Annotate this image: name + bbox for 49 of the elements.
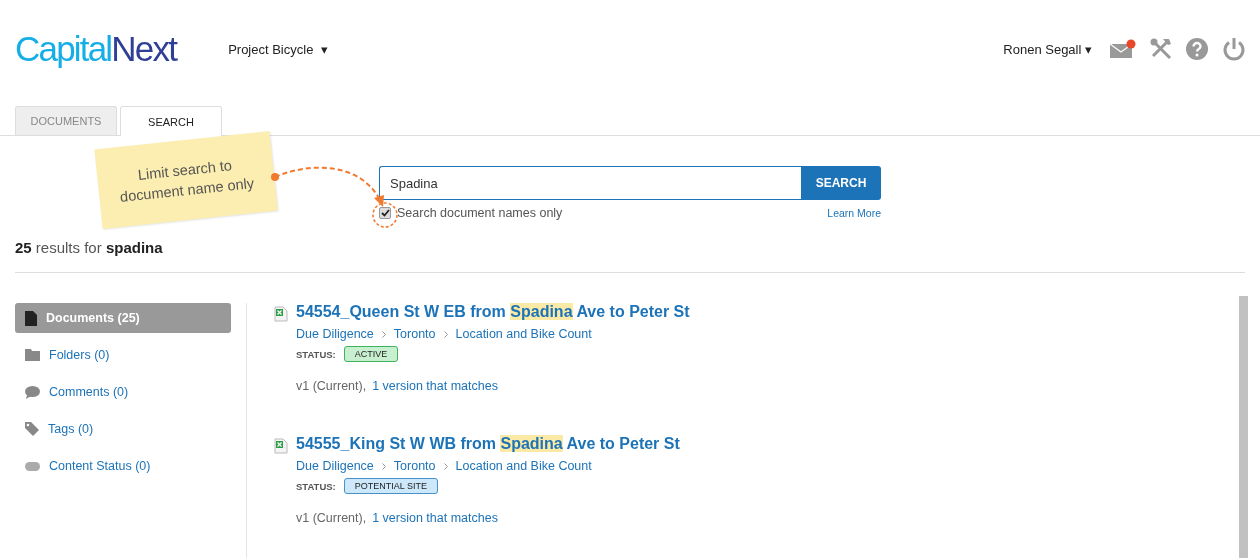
logo: CapitalNext [15,29,177,69]
chevron-icon [381,330,386,338]
document-icon [25,310,37,326]
tab[interactable]: DOCUMENTS [15,106,117,135]
breadcrumb-link[interactable]: Toronto [393,459,436,473]
document-title-link[interactable]: 54555_King St W WB from Spadina Ave to Peter St [296,435,680,453]
callout-note: Limit search to document name only [94,131,278,229]
results-summary: 25 results for spadina [14,238,164,258]
chevron-icon [443,330,448,338]
facet-item[interactable]: Folders (0) [15,340,231,370]
version-text: v1 (Current), [296,511,367,525]
learn-more-link[interactable]: Learn More [827,207,881,219]
spreadsheet-icon [274,306,288,322]
scrollbar[interactable] [1239,296,1248,558]
chevron-icon [381,462,386,470]
status-tag: POTENTIAL SITE [343,478,438,494]
power-icon[interactable] [1222,37,1246,61]
chevron-icon [443,462,448,470]
status-tag: ACTIVE [343,346,399,362]
comment-icon [25,385,40,399]
status-icon [25,461,40,471]
breadcrumb-link[interactable]: Location and Bike Count [455,327,592,341]
checkbox[interactable] [379,207,391,219]
search-button[interactable]: SEARCH [801,166,881,200]
facet-item[interactable]: Tags (0) [15,414,231,444]
status-label: STATUS: [296,348,336,360]
breadcrumb-link[interactable]: Due Diligence [296,327,374,341]
facet-item[interactable]: Comments (0) [15,377,231,407]
breadcrumb-link[interactable]: Location and Bike Count [455,459,592,473]
status-label: STATUS: [296,480,336,492]
mail-icon[interactable] [1110,39,1136,59]
facet-item[interactable]: Content Status (0) [15,451,231,481]
spreadsheet-icon [274,438,288,454]
checkbox-label: Search document names only [397,206,563,220]
folder-icon [25,349,40,361]
search-field[interactable]: Spadina [379,166,801,200]
version-matches-link[interactable]: 1 version that matches [372,379,498,393]
breadcrumb-link[interactable]: Due Diligence [296,459,374,473]
facet-item[interactable]: Documents (25) [15,303,231,333]
tools-icon[interactable] [1150,38,1172,60]
project-dropdown[interactable]: Project Bicycle ▾ [228,41,329,57]
document-title-link[interactable]: 54554_Queen St W EB from Spadina Ave to Peter St [296,303,690,321]
help-icon[interactable] [1186,38,1208,60]
breadcrumb-link[interactable]: Toronto [393,327,436,341]
tag-icon [25,422,39,436]
version-text: v1 (Current), [296,379,367,393]
version-matches-link[interactable]: 1 version that matches [372,511,498,525]
user-menu[interactable]: Ronen Segall ▾ [1003,41,1092,57]
tab[interactable]: SEARCH [120,106,222,136]
